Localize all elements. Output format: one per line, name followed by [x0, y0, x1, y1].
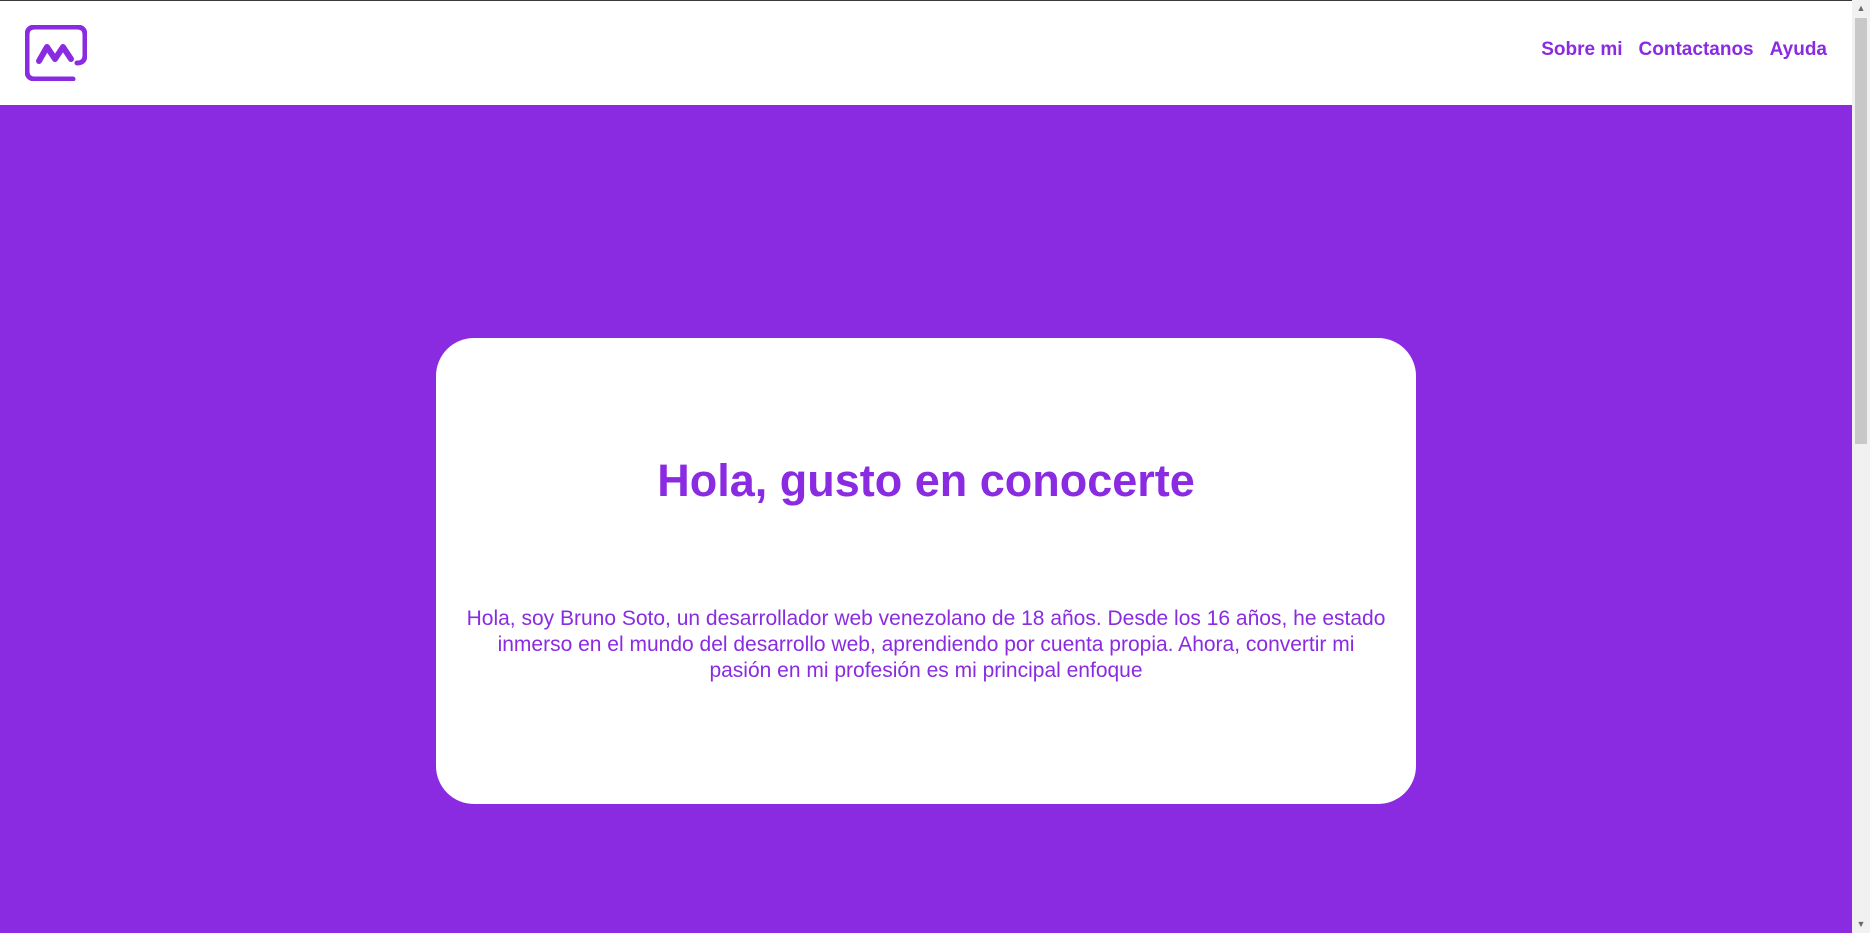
m-logo-icon[interactable]	[25, 25, 87, 81]
intro-card: Hola, gusto en conocerte Hola, soy Bruno…	[436, 338, 1416, 804]
page: Sobre mi Contactanos Ayuda Hola, gusto e…	[0, 0, 1870, 933]
scrollbar-thumb[interactable]	[1855, 18, 1867, 444]
intro-title: Hola, gusto en conocerte	[657, 455, 1195, 506]
vertical-scrollbar[interactable]: ▲ ▼	[1852, 0, 1870, 933]
intro-text: Hola, soy Bruno Soto, un desarrollador w…	[466, 607, 1386, 682]
site-header: Sobre mi Contactanos Ayuda	[0, 1, 1852, 105]
main-nav: Sobre mi Contactanos Ayuda	[1541, 39, 1827, 61]
chevron-up-icon[interactable]: ▲	[1852, 0, 1870, 17]
nav-link-sobre-mi[interactable]: Sobre mi	[1541, 39, 1622, 61]
chevron-down-icon[interactable]: ▼	[1852, 916, 1870, 933]
nav-link-contactanos[interactable]: Contactanos	[1639, 39, 1754, 61]
nav-link-ayuda[interactable]: Ayuda	[1770, 39, 1827, 61]
